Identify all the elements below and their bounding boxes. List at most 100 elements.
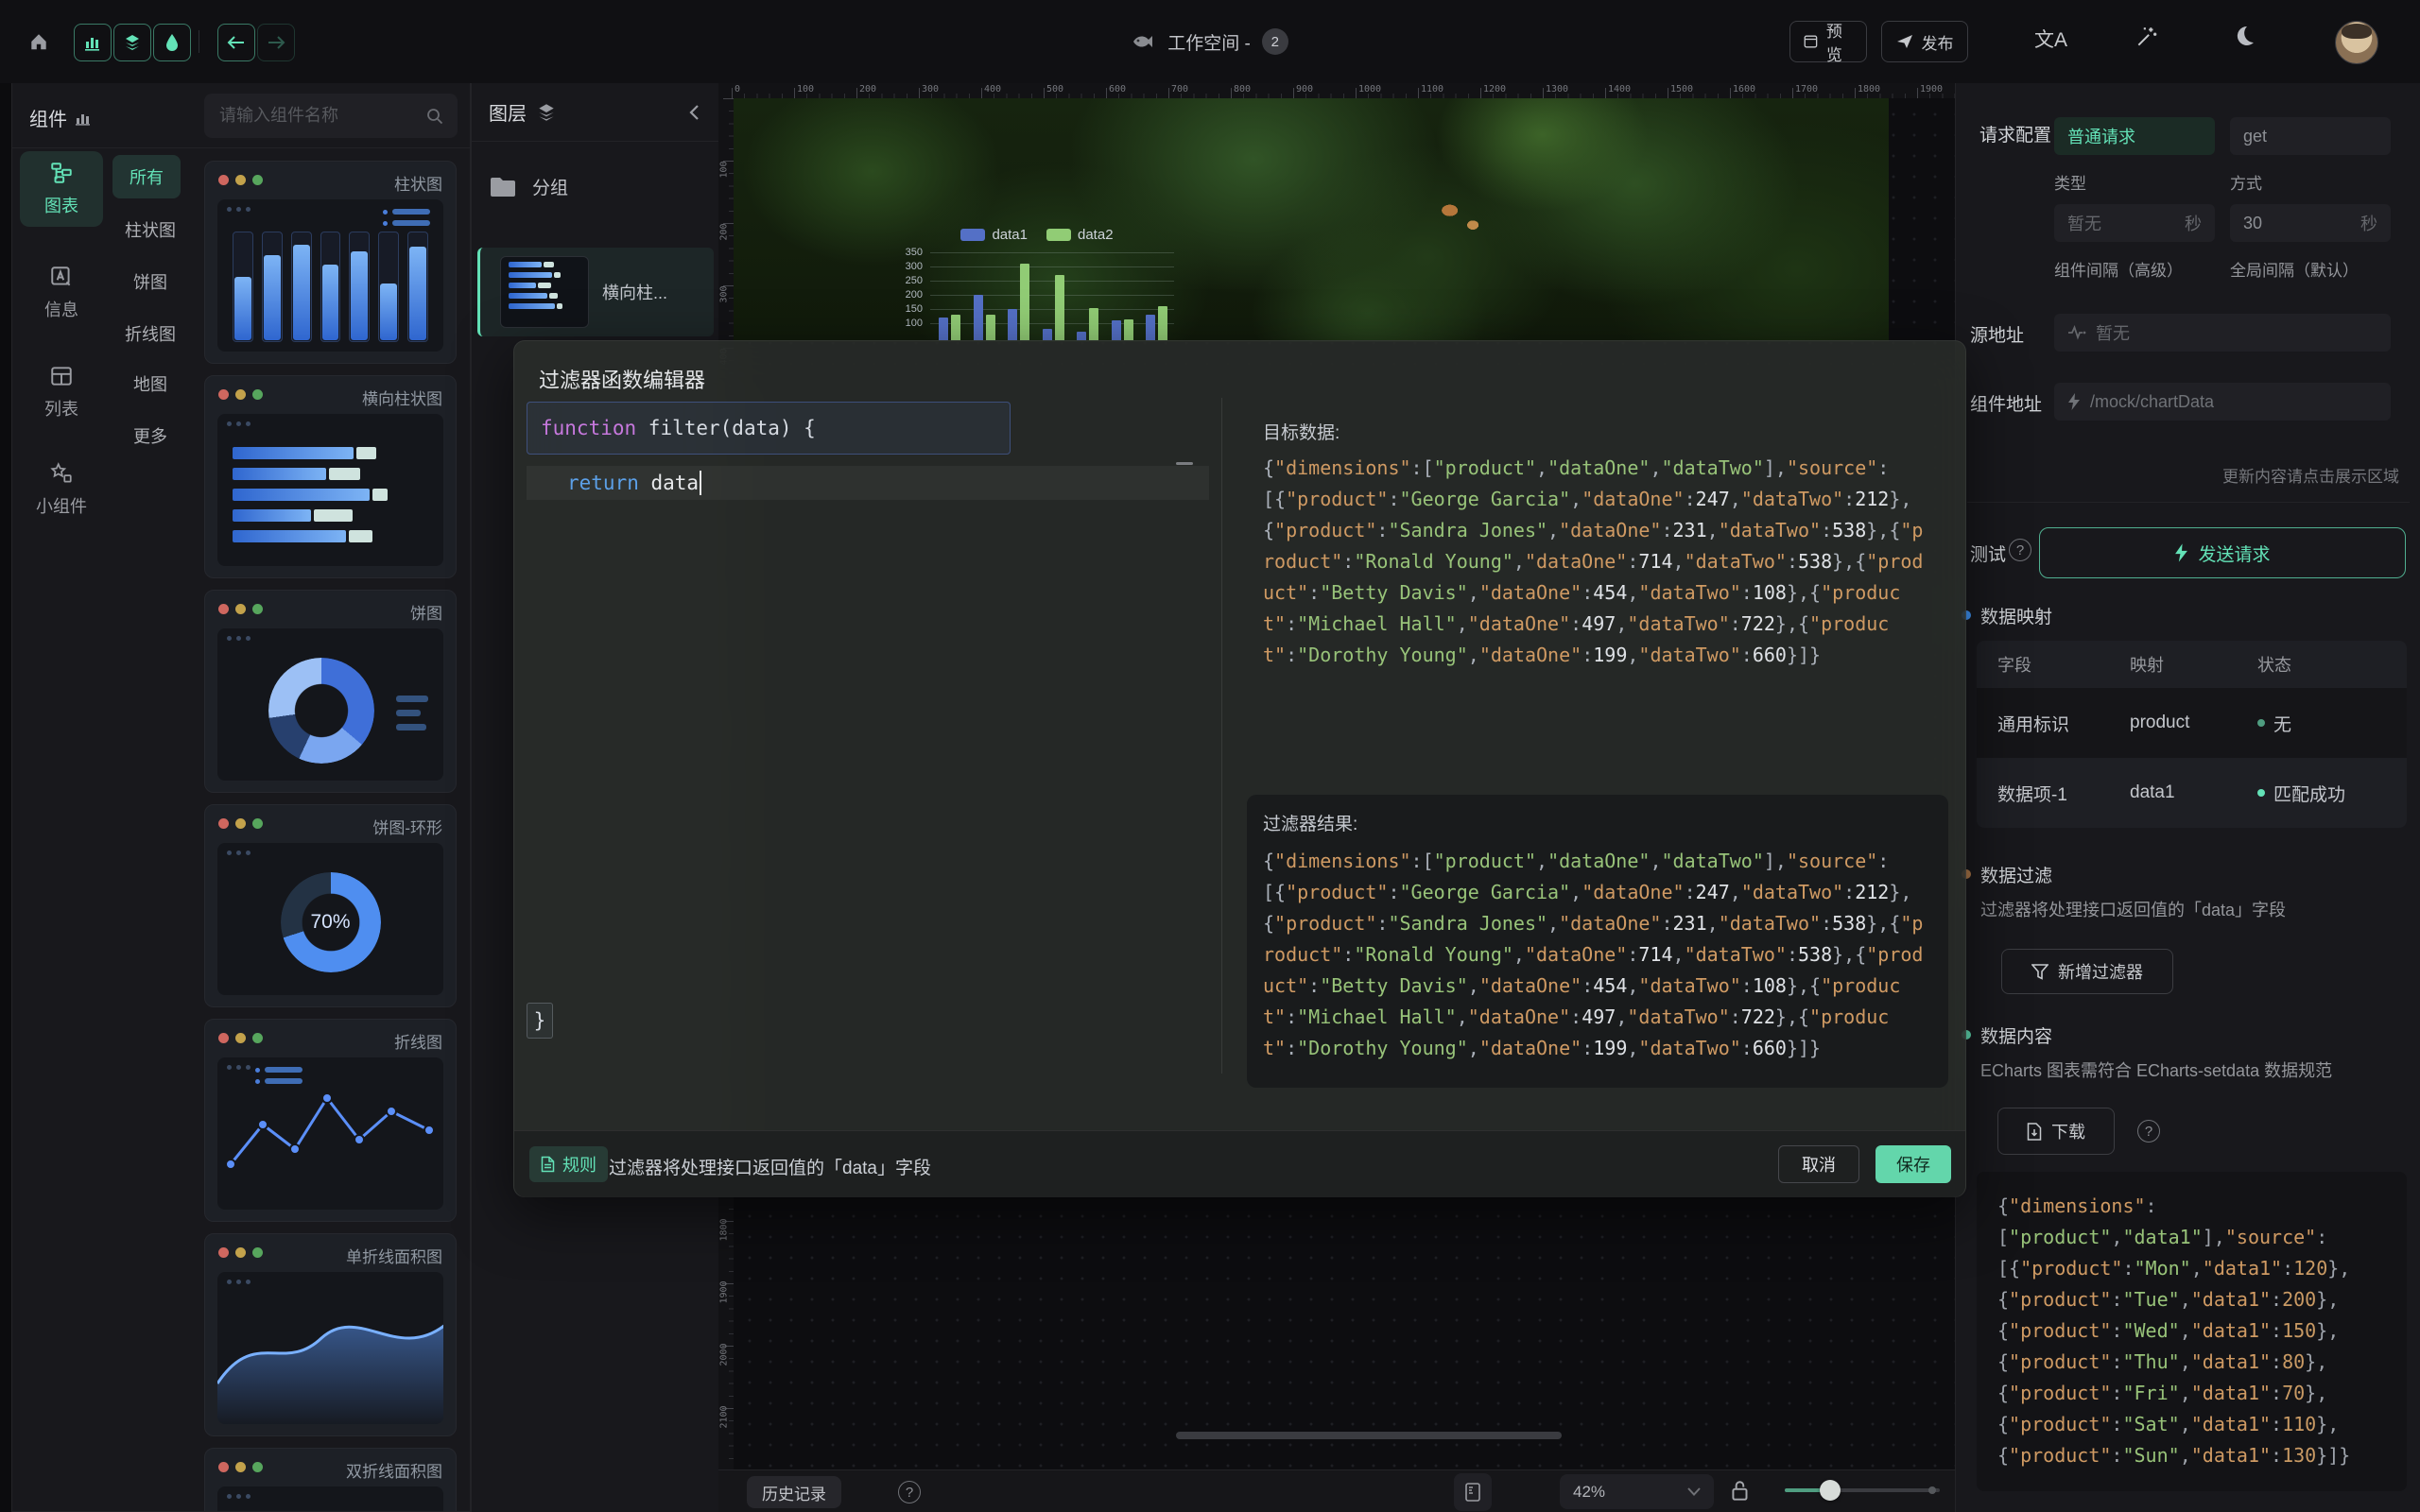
line-chart-thumbnail	[217, 1057, 443, 1210]
request-type-field[interactable]: 普通请求	[2054, 117, 2215, 155]
canvas-chart-plot: 350300250200150100	[896, 215, 1178, 340]
global-interval-field[interactable]: 30秒	[2230, 204, 2391, 242]
top-bar: 工作空间 - 2 预览 发布 文A	[0, 0, 2420, 83]
user-avatar[interactable]	[2335, 21, 2378, 64]
sidebar-item-info[interactable]: 信息	[20, 255, 103, 331]
component-address-label: 组件地址	[1970, 390, 2042, 416]
category-line[interactable]: 折线图	[105, 321, 196, 346]
search-icon[interactable]	[425, 107, 444, 126]
component-card-pie[interactable]: 饼图	[204, 590, 457, 793]
sidebar-item-widgets[interactable]: 小组件	[20, 452, 103, 527]
table-header-row: 字段 映射 状态	[1977, 641, 2407, 688]
sidebar-item-list[interactable]: 列表	[20, 354, 103, 430]
theme-assistant-button[interactable]	[2135, 25, 2159, 49]
code-line-return[interactable]: return data	[527, 466, 1209, 500]
table-row: 通用标识 product 无	[1977, 688, 2407, 758]
category-label: 折线图	[125, 325, 176, 344]
editor-scrollbar-thumb[interactable]	[1176, 462, 1193, 465]
add-filter-button[interactable]: 新增过滤器	[2001, 949, 2173, 994]
table-icon	[49, 364, 74, 388]
code-line-function[interactable]: function filter(data) {	[527, 402, 1011, 455]
test-help-icon[interactable]	[2009, 539, 2031, 561]
org-chart-icon	[49, 161, 74, 185]
canvas-chart-widget[interactable]: data1 data2 350300250200150100	[896, 215, 1178, 340]
category-bar[interactable]: 柱状图	[105, 217, 196, 242]
layer-item-selected[interactable]: 横向柱...	[477, 248, 714, 336]
folder-icon	[489, 176, 517, 198]
component-interval-field[interactable]: 暂无秒	[2054, 204, 2215, 242]
text-a-icon	[49, 265, 74, 289]
data-content-subtitle: ECharts 图表需符合 ECharts-setdata 数据规范	[1980, 1057, 2332, 1082]
category-more[interactable]: 更多	[105, 423, 196, 448]
layer-group-label: 分组	[532, 174, 568, 199]
zoom-slider-handle[interactable]	[1820, 1480, 1841, 1501]
data-content-title: 数据内容	[1980, 1022, 2052, 1048]
layer-item-thumbnail	[500, 256, 589, 328]
component-card-area[interactable]: 单折线面积图	[204, 1233, 457, 1436]
zoom-slider[interactable]	[1785, 1488, 1940, 1492]
components-panel-title: 组件	[29, 104, 92, 131]
data-mapping-title: 数据映射	[1980, 603, 2052, 628]
component-card-hbar[interactable]: 横向柱状图	[204, 375, 457, 578]
canvas-horizontal-scrollbar[interactable]	[1176, 1432, 1562, 1439]
col-map: 映射	[2109, 652, 2237, 677]
component-card-label: 折线图	[394, 1029, 442, 1053]
text-cursor	[700, 471, 701, 495]
category-label: 饼图	[133, 273, 167, 292]
preview-button[interactable]: 预览	[1789, 21, 1867, 62]
sidebar-item-charts[interactable]: 图表	[20, 151, 103, 227]
dark-mode-button[interactable]	[2233, 25, 2256, 47]
category-label: 地图	[133, 375, 167, 394]
category-all[interactable]: 所有	[112, 155, 181, 198]
zoom-select[interactable]: 42%	[1560, 1474, 1714, 1509]
cell-map: data1	[2109, 782, 2237, 803]
source-address-label: 源地址	[1970, 321, 2024, 347]
code-signature: filter(data) {	[636, 417, 816, 439]
status-dot	[2257, 789, 2265, 797]
history-button[interactable]: 历史记录	[747, 1476, 841, 1508]
window-dots	[218, 389, 263, 400]
source-address-field[interactable]: 暂无	[2054, 314, 2391, 352]
language-button[interactable]: 文A	[2034, 25, 2067, 53]
publish-button[interactable]: 发布	[1881, 21, 1968, 62]
modal-footer: 规则 过滤器将处理接口返回值的「data」字段 取消 保存	[514, 1130, 1965, 1197]
request-method-field[interactable]: get	[2230, 117, 2391, 155]
request-settings-panel: 请求配置 普通请求 get 类型 方式 暂无秒 30秒 组件间隔（高级） 全局间…	[1955, 83, 2420, 1512]
download-button[interactable]: 下载	[1997, 1108, 2115, 1155]
component-card-line[interactable]: 折线图	[204, 1019, 457, 1222]
save-button[interactable]: 保存	[1876, 1145, 1951, 1183]
zoom-slider-mark	[1928, 1486, 1936, 1494]
send-request-button[interactable]: 发送请求	[2039, 527, 2406, 578]
divider	[1967, 502, 2410, 503]
cell-field: 通用标识	[1977, 711, 2109, 736]
table-row: 数据项-1 data1 匹配成功	[1977, 758, 2407, 828]
cancel-button[interactable]: 取消	[1778, 1145, 1859, 1183]
component-card-ring[interactable]: 饼图-环形 70%	[204, 804, 457, 1007]
hbar-chart-thumbnail	[217, 414, 443, 566]
category-map[interactable]: 地图	[105, 371, 196, 396]
funnel-icon	[2031, 964, 2048, 980]
component-card-label: 饼图	[410, 600, 442, 624]
code-closing-brace: }	[527, 1003, 553, 1039]
area-chart-thumbnail	[217, 1272, 443, 1424]
help-icon[interactable]	[898, 1481, 921, 1503]
category-pie[interactable]: 饼图	[105, 269, 196, 294]
ring-percent-label: 70%	[217, 911, 443, 934]
collapse-layers-button[interactable]	[687, 103, 702, 122]
layer-group-item[interactable]: 分组	[489, 174, 568, 199]
component-address-field[interactable]: /mock/chartData	[2054, 383, 2391, 421]
unlock-icon	[1730, 1479, 1751, 1503]
filter-result-panel: 过滤器结果: {"dimensions":["product","dataOne…	[1247, 795, 1948, 1088]
layout-panel-button[interactable]	[1454, 1473, 1492, 1511]
component-search-input[interactable]	[217, 105, 425, 127]
moon-icon	[2233, 25, 2256, 47]
lock-toggle[interactable]	[1730, 1479, 1751, 1503]
lightning-icon	[2174, 543, 2188, 562]
component-card-double-area[interactable]: 双折线面积图	[204, 1448, 457, 1512]
workspace-label: 工作空间 -	[1167, 29, 1251, 55]
preview-label: 预览	[1826, 18, 1853, 65]
rule-badge: 规则	[529, 1146, 608, 1182]
component-card-bar[interactable]: 柱状图	[204, 161, 457, 364]
content-help-icon[interactable]	[2137, 1120, 2160, 1143]
workspace-count-badge: 2	[1262, 28, 1288, 55]
